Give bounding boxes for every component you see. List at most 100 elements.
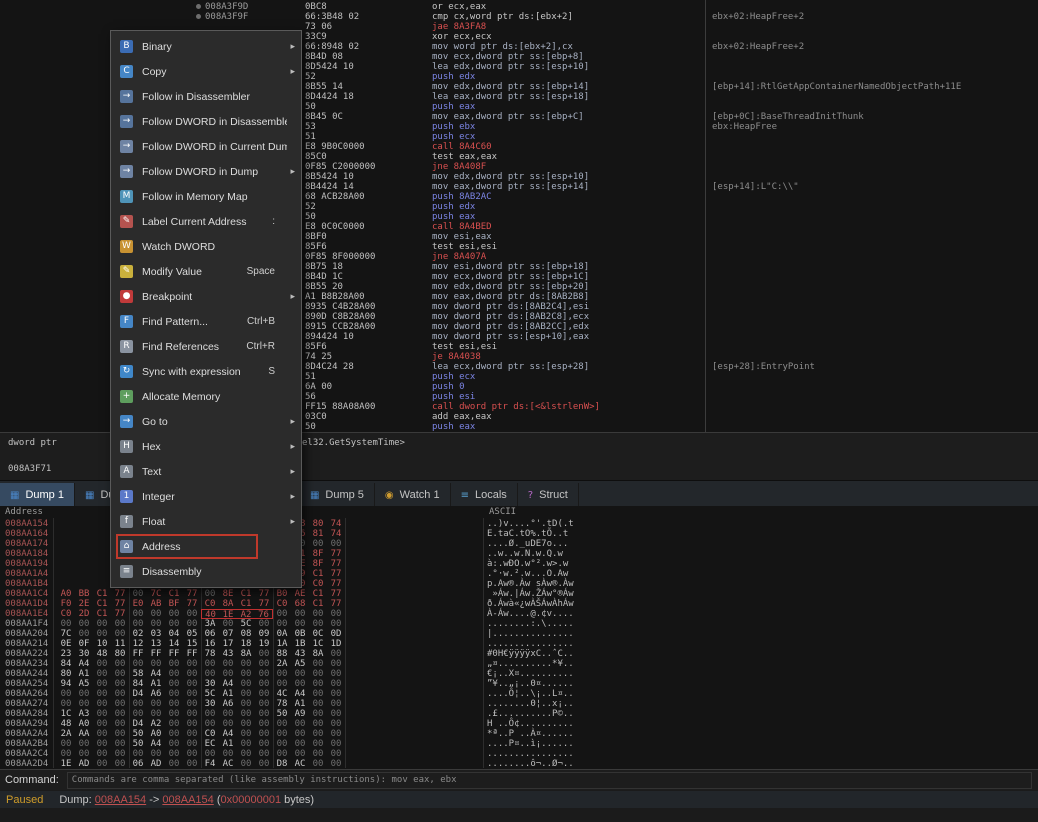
dump-byte[interactable]: 30 (75, 649, 93, 659)
dump-byte[interactable]: 77 (183, 599, 201, 609)
dump-byte[interactable]: 1C (309, 639, 327, 649)
menu-item-label-current-address[interactable]: ✎Label Current Address: (111, 209, 301, 234)
dump-byte[interactable]: 00 (165, 659, 183, 669)
dump-byte[interactable]: 00 (165, 759, 183, 769)
dump-byte[interactable]: 00 (291, 619, 309, 629)
menu-item-follow-in-disassembler[interactable]: →Follow in Disassembler (111, 84, 301, 109)
dump-byte[interactable]: 00 (57, 689, 75, 699)
dump-byte[interactable]: 00 (255, 689, 273, 699)
menu-item-copy[interactable]: CCopy▸ (111, 59, 301, 84)
dump-byte[interactable]: AB (147, 599, 165, 609)
dump-byte[interactable]: 58 (129, 669, 147, 679)
dump-byte[interactable]: 74 (327, 519, 345, 529)
dump-byte[interactable]: AD (75, 759, 93, 769)
dump-byte[interactable]: 10 (93, 639, 111, 649)
dump-row[interactable]: 008AA25494A5000084A1000030A4000000000000… (0, 679, 1038, 689)
dump-byte[interactable]: 48 (57, 719, 75, 729)
dump-byte[interactable]: 00 (165, 709, 183, 719)
dump-byte[interactable]: C1 (93, 599, 111, 609)
dump-byte[interactable]: 00 (309, 749, 327, 759)
dump-byte[interactable]: 30 (201, 699, 219, 709)
dump-byte[interactable]: 00 (255, 669, 273, 679)
dump-byte[interactable]: 5C (201, 689, 219, 699)
dump-byte[interactable]: 2E (75, 599, 93, 609)
dump-byte[interactable]: 00 (147, 659, 165, 669)
dump-byte[interactable]: 00 (309, 679, 327, 689)
dump-byte[interactable]: 00 (129, 659, 147, 669)
dump-byte[interactable]: 00 (183, 679, 201, 689)
dump-byte[interactable]: 0B (291, 629, 309, 639)
dump-byte[interactable]: 00 (255, 739, 273, 749)
dump-byte[interactable]: C1 (237, 599, 255, 609)
dump-byte[interactable]: 8E (219, 589, 237, 599)
dump-byte[interactable]: 00 (165, 679, 183, 689)
dump-byte[interactable]: 8F (309, 559, 327, 569)
dump-row[interactable]: 008AA274000000000000000030A6000078A10000… (0, 699, 1038, 709)
dump-byte[interactable]: 40 (201, 609, 219, 619)
dump-byte[interactable]: AD (147, 759, 165, 769)
dump-row[interactable]: 008AA1E4C02DC17700000000401EA27600000000… (0, 609, 1038, 619)
dump-row[interactable]: 008AA2841CA30000000000000000000050A90000… (0, 709, 1038, 719)
dump-byte[interactable]: 2A (57, 729, 75, 739)
dump-byte[interactable]: 00 (219, 619, 237, 629)
dump-byte[interactable]: 50 (273, 709, 291, 719)
dump-row[interactable]: 008AA2140E0F101112131415161718191A1B1C1D… (0, 639, 1038, 649)
dump-byte[interactable]: 00 (327, 709, 345, 719)
dump-byte[interactable]: 00 (93, 749, 111, 759)
dump-byte[interactable]: 2A (273, 659, 291, 669)
dump-byte[interactable]: 00 (183, 609, 201, 619)
dump-byte[interactable]: 7C (147, 589, 165, 599)
dump-byte[interactable]: 1E (57, 759, 75, 769)
dump-byte[interactable]: 00 (219, 719, 237, 729)
dump-byte[interactable]: C1 (309, 589, 327, 599)
dump-byte[interactable]: 16 (201, 639, 219, 649)
dump-byte[interactable]: 00 (111, 619, 129, 629)
dump-byte[interactable]: 00 (237, 709, 255, 719)
dump-byte[interactable]: 00 (273, 679, 291, 689)
dump-byte[interactable]: AC (219, 759, 237, 769)
dump-byte[interactable]: 00 (309, 619, 327, 629)
dump-byte[interactable]: 00 (75, 629, 93, 639)
dump-byte[interactable]: 06 (129, 759, 147, 769)
dump-byte[interactable]: 00 (327, 699, 345, 709)
dump-byte[interactable]: 00 (273, 669, 291, 679)
dump-byte[interactable]: A4 (147, 739, 165, 749)
dump-byte[interactable]: 00 (255, 619, 273, 629)
dump-byte[interactable]: 00 (327, 759, 345, 769)
dump-byte[interactable]: C1 (309, 599, 327, 609)
dump-byte[interactable]: 00 (165, 609, 183, 619)
dump-byte[interactable]: 00 (201, 749, 219, 759)
dump-byte[interactable]: 30 (201, 679, 219, 689)
menu-item-watch-dword[interactable]: WWatch DWORD (111, 234, 301, 259)
dump-byte[interactable]: 7C (57, 629, 75, 639)
menu-item-binary[interactable]: BBinary▸ (111, 34, 301, 59)
dump-byte[interactable]: 00 (147, 749, 165, 759)
status-address-link[interactable]: 008AA154 (95, 794, 146, 806)
dump-byte[interactable]: 00 (255, 699, 273, 709)
dump-byte[interactable]: 00 (183, 709, 201, 719)
dump-byte[interactable]: 00 (111, 689, 129, 699)
dump-byte[interactable]: 00 (93, 629, 111, 639)
dump-byte[interactable]: 00 (93, 669, 111, 679)
dump-row[interactable]: 008AA2A42AAA000050A00000C0A4000000000000… (0, 729, 1038, 739)
dump-byte[interactable]: 00 (309, 739, 327, 749)
dump-byte[interactable]: 50 (129, 729, 147, 739)
dump-byte[interactable]: 00 (237, 669, 255, 679)
dump-byte[interactable]: A4 (291, 689, 309, 699)
dump-byte[interactable]: 1B (291, 639, 309, 649)
dump-byte[interactable]: A4 (219, 729, 237, 739)
dump-byte[interactable]: C1 (93, 609, 111, 619)
dump-byte[interactable]: 00 (183, 619, 201, 629)
dump-byte[interactable]: 00 (111, 699, 129, 709)
menu-item-follow-dword-in-dump[interactable]: →Follow DWORD in Dump▸ (111, 159, 301, 184)
dump-byte[interactable]: 00 (201, 719, 219, 729)
dump-byte[interactable]: 00 (309, 709, 327, 719)
dump-byte[interactable]: 00 (111, 679, 129, 689)
dump-byte[interactable]: 06 (201, 629, 219, 639)
dump-byte[interactable]: 00 (201, 669, 219, 679)
dump-row[interactable]: 008AA2D41EAD000006AD0000F4AC0000D8AC0000… (0, 759, 1038, 769)
dump-byte[interactable]: 50 (129, 739, 147, 749)
dump-byte[interactable]: 84 (129, 679, 147, 689)
disasm-row[interactable]: 008A3F9F66:3B48 02cmp cx,word ptr ds:[eb… (0, 12, 1038, 22)
dump-byte[interactable]: 00 (273, 609, 291, 619)
